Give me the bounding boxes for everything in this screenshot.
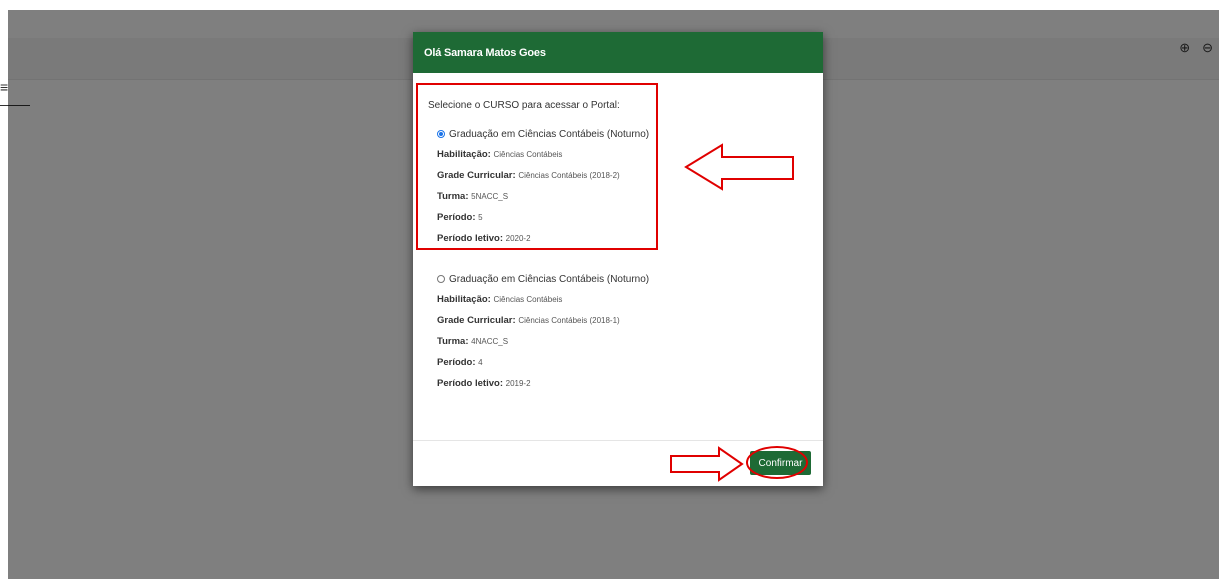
- modal-title: Olá Samara Matos Goes: [424, 47, 546, 59]
- modal-header: Olá Samara Matos Goes: [413, 32, 823, 73]
- annotation-arrow-right-icon: [670, 446, 744, 482]
- course-periodo: Período: 4: [437, 357, 483, 368]
- course-habilitacao: Habilitação: Ciências Contábeis: [437, 294, 563, 305]
- course-title[interactable]: Graduação em Ciências Contábeis (Noturno…: [437, 273, 767, 285]
- annotation-highlight-box: [416, 83, 658, 250]
- course-grade: Grade Curricular: Ciências Contábeis (20…: [437, 315, 620, 326]
- course-name: Graduação em Ciências Contábeis (Noturno…: [449, 273, 650, 285]
- radio-unselected-icon[interactable]: [437, 275, 445, 283]
- annotation-highlight-ellipse: [746, 446, 808, 479]
- course-turma: Turma: 4NACC_S: [437, 336, 509, 347]
- annotation-arrow-left-icon: [684, 143, 794, 191]
- course-option[interactable]: Graduação em Ciências Contábeis (Noturno…: [437, 273, 767, 399]
- course-periodo-letivo: Período letivo: 2019-2: [437, 378, 531, 389]
